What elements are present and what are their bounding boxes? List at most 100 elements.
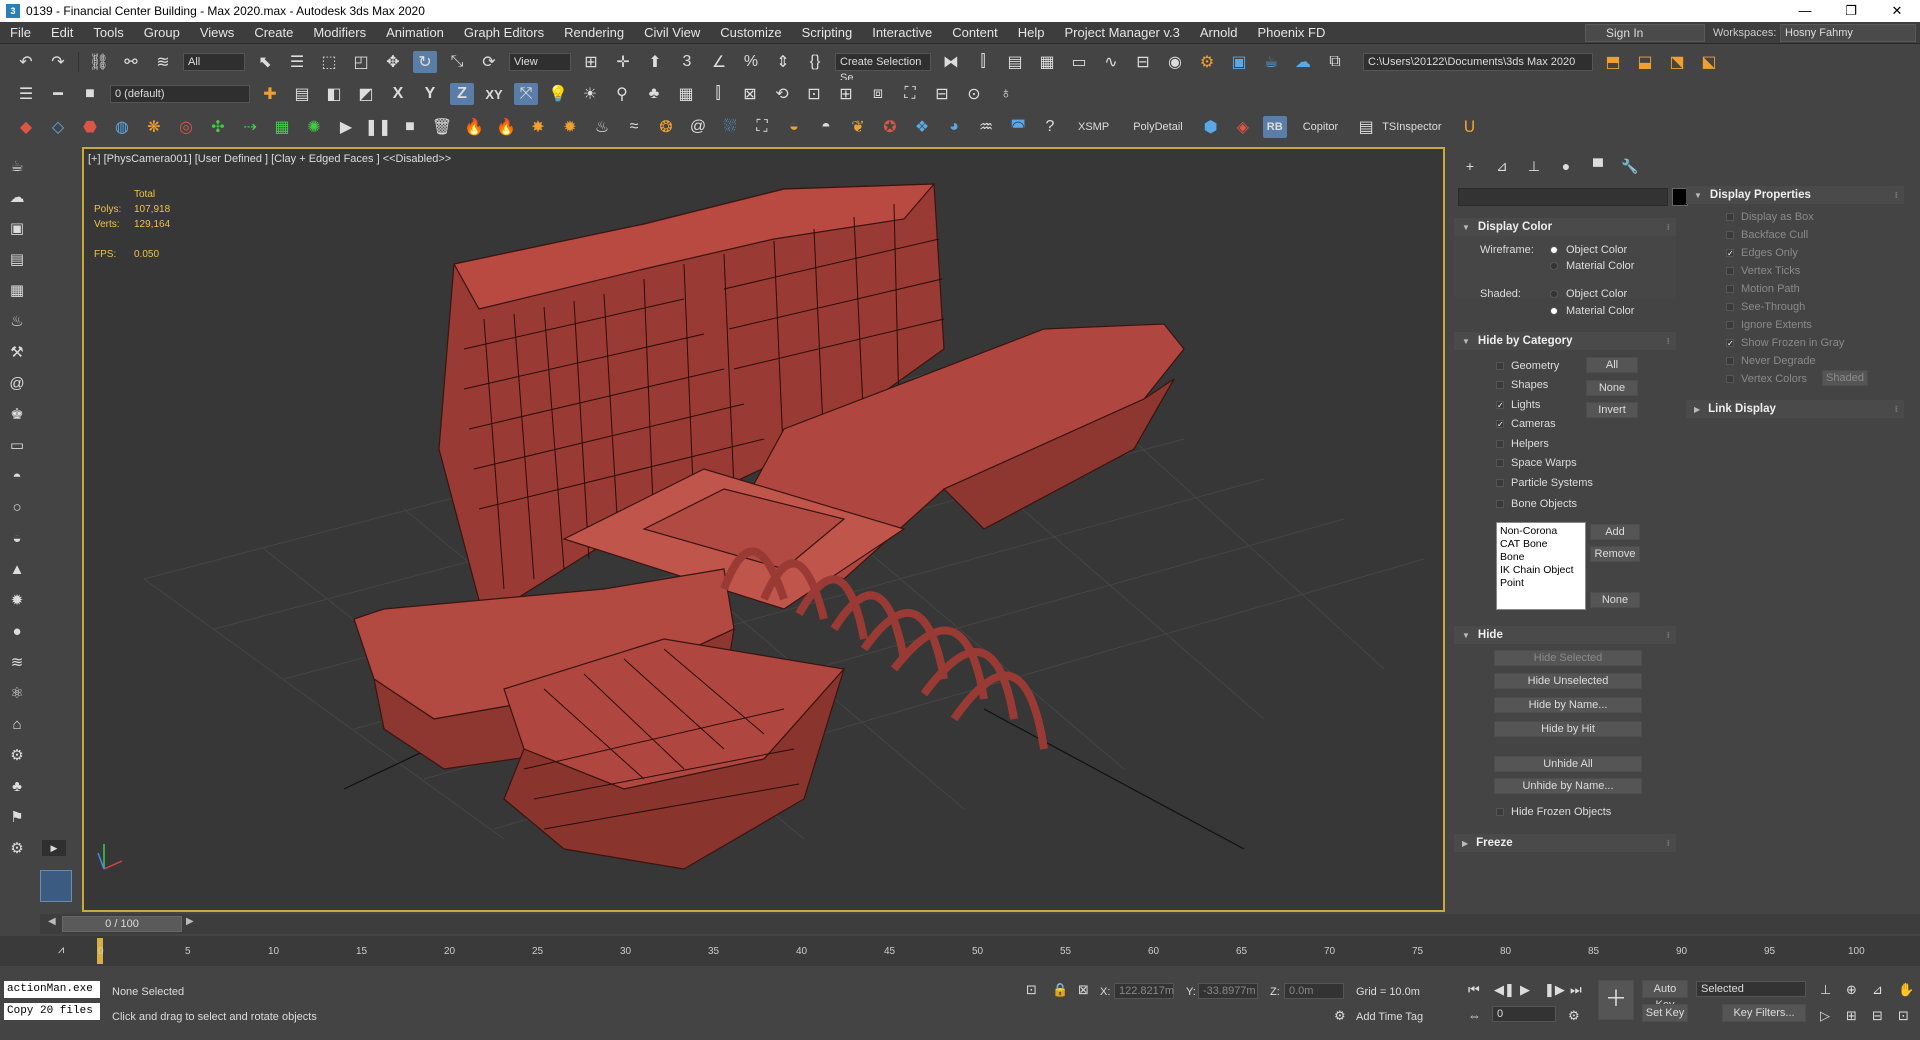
viewport-label[interactable]: [+] [PhysCamera001] [User Defined ] [Cla… xyxy=(88,153,451,165)
burst-green-icon[interactable]: ✺ xyxy=(302,116,326,138)
add-to-layer-icon[interactable]: ✚ xyxy=(258,83,282,105)
emitter-icon[interactable]: ✪ xyxy=(878,116,902,138)
x-coordinate-field[interactable]: 122.8217m xyxy=(1114,983,1174,999)
absolute-mode-icon[interactable]: ⊠ xyxy=(1078,982,1089,998)
motion-path-checkbox[interactable]: Motion Path xyxy=(1726,283,1800,295)
plugin-cube-icon[interactable]: ⬢ xyxy=(1199,116,1223,138)
align-icon[interactable]: ⫿ xyxy=(971,51,995,73)
render-production-icon[interactable]: ☕ xyxy=(1259,51,1283,73)
menu-help[interactable]: Help xyxy=(1008,22,1055,44)
grid-green-icon[interactable]: ▦ xyxy=(270,116,294,138)
rendered-frame-window-icon[interactable]: ▣ xyxy=(1227,51,1251,73)
menu-tools[interactable]: Tools xyxy=(83,22,133,44)
bowl-icon[interactable]: ◓ xyxy=(814,116,838,138)
populate-icon[interactable]: ♣ xyxy=(642,83,666,105)
menu-create[interactable]: Create xyxy=(244,22,303,44)
list-add-button[interactable]: Add xyxy=(1590,524,1640,540)
bucket-icon[interactable]: ◒ xyxy=(782,116,806,138)
toggle-ribbon-icon[interactable]: ▭ xyxy=(1067,51,1091,73)
goto-end-icon[interactable]: ⏭ xyxy=(1570,982,1582,998)
menu-edit[interactable]: Edit xyxy=(41,22,83,44)
teapot-icon[interactable]: ☕ xyxy=(6,156,28,178)
link-display-header[interactable]: ▶ Link Display ⁝ xyxy=(1686,400,1904,418)
hide-by-hit-button[interactable]: Hide by Hit xyxy=(1494,721,1642,737)
vertex-ticks-checkbox[interactable]: Vertex Ticks xyxy=(1726,265,1800,277)
table-view-icon[interactable]: ▦ xyxy=(6,280,28,302)
display-tab-icon[interactable]: ▀ xyxy=(1582,154,1614,178)
next-frame-icon[interactable]: ❚▶ xyxy=(1544,982,1565,998)
hide-unselected-button[interactable]: Hide Unselected xyxy=(1494,673,1642,689)
stop-icon[interactable]: ■ xyxy=(398,116,422,138)
reference-coordinate-dropdown[interactable]: View xyxy=(509,53,571,71)
camera-tool-icon[interactable]: ⊟ xyxy=(930,83,954,105)
menu-civil-view[interactable]: Civil View xyxy=(634,22,710,44)
axis-x-button[interactable]: X xyxy=(386,83,410,105)
select-scale-icon[interactable]: ⤡ xyxy=(445,51,469,73)
utilities-tab-icon[interactable]: 🔧 xyxy=(1614,154,1646,178)
zoom-region-icon[interactable]: ⊟ xyxy=(1872,1008,1883,1024)
plugin-diamond-icon[interactable]: ◈ xyxy=(1231,116,1255,138)
pool-icon[interactable]: ◚ xyxy=(1006,116,1030,138)
dome-icon[interactable]: ◓ xyxy=(6,466,28,488)
hide-space-warps-checkbox[interactable]: Space Warps xyxy=(1496,457,1577,469)
menu-modifiers[interactable]: Modifiers xyxy=(303,22,376,44)
time-slider[interactable]: ◀ 0 / 100 ▶ xyxy=(40,914,1920,934)
cube-red-icon[interactable]: ◆ xyxy=(14,116,38,138)
hide-by-category-header[interactable]: ▼ Hide by Category ⁝ xyxy=(1454,332,1676,350)
category-invert-button[interactable]: Invert xyxy=(1586,402,1638,418)
expand-arrow-icon[interactable]: ▶ xyxy=(42,840,66,856)
menu-group[interactable]: Group xyxy=(134,22,190,44)
selection-lock-icon[interactable]: 🔒 xyxy=(1052,982,1068,998)
show-frozen-in-gray-checkbox[interactable]: ✓ Show Frozen in Gray xyxy=(1726,337,1844,349)
menu-phoenix-fd[interactable]: Phoenix FD xyxy=(1247,22,1335,44)
box-icon[interactable]: ▭ xyxy=(6,435,28,457)
never-degrade-checkbox[interactable]: Never Degrade xyxy=(1726,355,1816,367)
list-remove-button[interactable]: Remove xyxy=(1590,546,1640,562)
selection-filter-dropdown[interactable]: All xyxy=(183,53,245,71)
menu-scripting[interactable]: Scripting xyxy=(792,22,863,44)
plant-icon[interactable]: ♣ xyxy=(6,776,28,798)
snaps-toggle-icon[interactable]: 3 xyxy=(675,51,699,73)
select-place-icon[interactable]: ⟳ xyxy=(477,51,501,73)
link-icon[interactable]: ⛓ xyxy=(87,51,111,73)
modify-tab-icon[interactable]: ⊿ xyxy=(1486,154,1518,178)
sphere-purple-icon[interactable]: ◎ xyxy=(174,116,198,138)
select-object-icon[interactable]: ⬉ xyxy=(253,51,277,73)
render-setup-icon[interactable]: ⚙ xyxy=(1195,51,1219,73)
particles-icon[interactable]: ❋ xyxy=(142,116,166,138)
angle-snap-icon[interactable]: ∠ xyxy=(707,51,731,73)
auto-key-button[interactable]: Auto Key xyxy=(1642,980,1688,1011)
bowl-left-icon[interactable]: ◒ xyxy=(6,528,28,550)
percent-snap-icon[interactable]: % xyxy=(739,51,763,73)
wireframe-material-color-radio[interactable]: Material Color xyxy=(1550,260,1634,272)
unlink-icon[interactable]: ⚯ xyxy=(119,51,143,73)
menu-rendering[interactable]: Rendering xyxy=(554,22,634,44)
fire-4-icon[interactable]: ✹ xyxy=(558,116,582,138)
edges-only-checkbox[interactable]: ✓ Edges Only xyxy=(1726,247,1798,259)
copitor-button[interactable]: Copitor xyxy=(1303,121,1338,133)
hair-icon[interactable]: ≋ xyxy=(6,652,28,674)
display-as-box-checkbox[interactable]: Display as Box xyxy=(1726,211,1814,223)
foam-icon[interactable]: ❖ xyxy=(910,116,934,138)
spinner-snap-icon[interactable]: ⇕ xyxy=(771,51,795,73)
prev-frame-icon[interactable]: ◀❚ xyxy=(1494,982,1515,998)
project-create-icon[interactable]: ⬓ xyxy=(1633,51,1657,73)
isolate-selection-icon[interactable]: ⊡ xyxy=(1026,982,1037,998)
viewport-icon[interactable]: ⊡ xyxy=(802,83,826,105)
rect-selection-region-icon[interactable]: ⬚ xyxy=(317,51,341,73)
key-filters-button[interactable]: Key Filters... xyxy=(1722,1004,1806,1022)
backface-cull-checkbox[interactable]: Backface Cull xyxy=(1726,229,1808,241)
play-animation-icon[interactable]: ▶ xyxy=(1520,982,1530,998)
key-mode-toggle-icon[interactable]: ⇔ xyxy=(1468,1008,1481,1023)
lock-icon[interactable]: ⊠ xyxy=(738,83,762,105)
display-properties-header[interactable]: ▼ Display Properties ⁝ xyxy=(1686,186,1904,204)
time-tag-icon[interactable]: ⚙ xyxy=(1334,1008,1346,1024)
hide-frozen-objects-checkbox[interactable]: Hide Frozen Objects xyxy=(1496,806,1611,818)
zoom-extents-icon[interactable]: ⊥ xyxy=(1820,982,1831,998)
magnet-icon[interactable]: Ս xyxy=(1458,116,1482,138)
shaded-material-color-radio[interactable]: Material Color xyxy=(1550,305,1634,317)
grid-view-icon[interactable]: ⊞ xyxy=(834,83,858,105)
window-crossing-icon[interactable]: ◰ xyxy=(349,51,373,73)
tsinspector-button[interactable]: TSInspector xyxy=(1382,121,1441,133)
hf-icon[interactable]: ⚑ xyxy=(6,807,28,829)
